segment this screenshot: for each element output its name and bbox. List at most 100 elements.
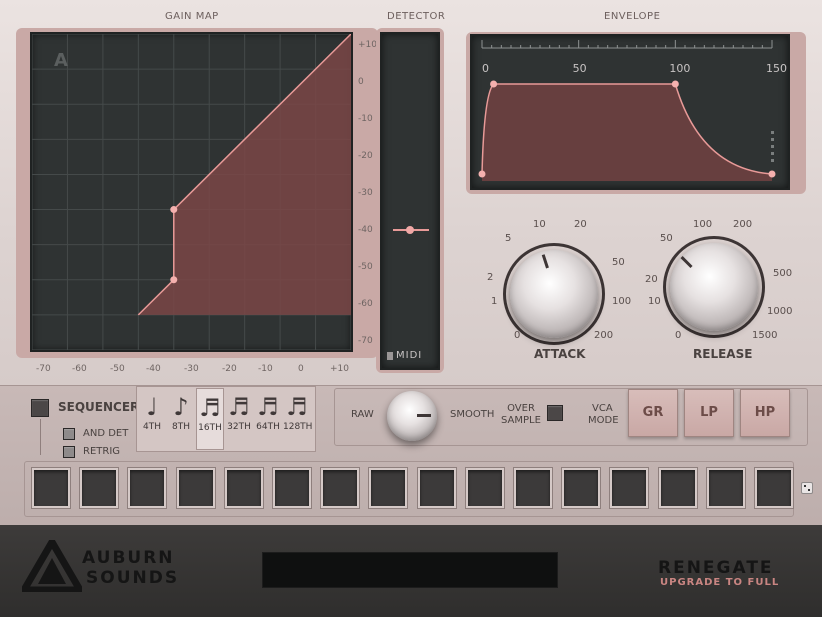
note-icon: ♬ (286, 393, 308, 421)
sequencer-step-button[interactable] (417, 468, 456, 508)
envelope-screen[interactable]: 0 50 100 150 (470, 34, 790, 190)
note-icon: ♬ (257, 393, 279, 421)
sequencer-step-button[interactable] (755, 468, 793, 508)
release-knob-pointer (680, 256, 693, 269)
envelope-graph[interactable]: 0 50 100 150 (472, 36, 788, 188)
sequencer-step-button[interactable] (465, 468, 504, 508)
release-scale-label: 1500 (752, 330, 778, 341)
note-division-4th[interactable]: ♩ 4TH (138, 388, 166, 450)
gain-map-section-label: GAIN MAP (165, 11, 219, 22)
envelope-side-indicator (771, 152, 774, 155)
gain-map-handle[interactable] (170, 276, 178, 284)
and-det-label: AND DET (83, 428, 129, 439)
note-division-128th[interactable]: ♬ 128TH (283, 388, 313, 450)
sequencer-step-button[interactable] (321, 468, 360, 508)
sequencer-step-button[interactable] (80, 468, 119, 508)
envelope-handle[interactable] (478, 170, 486, 178)
sequencer-step-button[interactable] (562, 468, 601, 508)
gain-map-screen[interactable]: A (30, 32, 353, 352)
attack-scale-label: 0 (514, 330, 521, 341)
envelope-handle[interactable] (671, 80, 679, 88)
dice-dot (804, 485, 806, 487)
vca-mode-gr-button[interactable]: GR (628, 389, 678, 437)
note-icon: ♩ (146, 393, 158, 421)
attack-scale-label: 100 (612, 296, 632, 307)
retrig-toggle[interactable] (63, 446, 75, 458)
product-name: RENEGATE (658, 558, 774, 578)
sequencer-step-button[interactable] (273, 468, 311, 508)
vca-mode-label-1: VCA (592, 403, 613, 414)
gain-map-y-tick: -10 (358, 114, 373, 124)
envelope-section-label: ENVELOPE (604, 11, 661, 22)
sequencer-step-button[interactable] (658, 468, 697, 508)
gain-map-corner-glyph: A (54, 50, 68, 71)
release-knob[interactable] (670, 243, 758, 331)
gain-map-y-tick: 0 (358, 77, 364, 87)
envelope-handle[interactable] (490, 80, 498, 88)
attack-scale-label: 10 (533, 219, 546, 230)
renegate-plugin-window: GAIN MAP DETECTOR ENVELOPE A +10 0 -10 -20 -… (0, 0, 822, 617)
sequencer-step-button[interactable] (32, 468, 70, 508)
sequencer-step-button[interactable] (224, 468, 263, 508)
release-scale-label: 20 (645, 274, 658, 285)
envelope-side-indicator (771, 138, 774, 141)
gain-map-y-tick: -30 (358, 188, 373, 198)
vca-mode-label-2: MODE (588, 415, 619, 426)
attack-scale-label: 1 (491, 296, 498, 307)
gain-map-y-tick: +10 (358, 40, 377, 50)
sequencer-step-button[interactable] (514, 468, 552, 508)
vca-mode-hp-button[interactable]: HP (740, 389, 790, 437)
lower-panel: SEQUENCER AND DET RETRIG ♩ 4TH ♪ 8TH ♬ 16TH ♬ 3… (0, 385, 822, 525)
note-icon: ♬ (199, 394, 221, 422)
release-scale-label: 200 (733, 219, 753, 230)
detector-meter: MIDI (380, 32, 440, 370)
brand-line-1: AUBURN (82, 548, 175, 568)
sequencer-step-button[interactable] (706, 468, 745, 508)
gain-map-handle[interactable] (170, 206, 178, 214)
attack-knob-pointer (541, 254, 549, 269)
midi-indicator[interactable] (387, 352, 393, 360)
envelope-side-indicator (771, 159, 774, 162)
sequencer-step-button[interactable] (369, 468, 408, 508)
smoothing-knob[interactable] (387, 391, 437, 441)
sequencer-toggle[interactable] (31, 399, 49, 417)
sequencer-step-button[interactable] (176, 468, 215, 508)
sequencer-step-button[interactable] (128, 468, 167, 508)
gain-map-x-tick: -50 (110, 364, 125, 374)
dice-dot (808, 489, 810, 491)
envelope-side-indicator (771, 131, 774, 134)
note-division-label: 128TH (283, 422, 313, 432)
upgrade-link[interactable]: UPGRADE TO FULL (660, 577, 779, 588)
oversample-toggle[interactable] (547, 405, 563, 421)
note-division-label: 8TH (172, 422, 190, 432)
gain-map-x-tick: -30 (184, 364, 199, 374)
gain-map-x-tick: 0 (298, 364, 304, 374)
footer-bar: AUBURN SOUNDS RENEGATE UPGRADE TO FULL (0, 525, 822, 617)
retrig-label: RETRIG (83, 446, 121, 457)
sequencer-step-button[interactable] (610, 468, 649, 508)
sequencer-tree-line (40, 419, 41, 455)
vca-mode-lp-button[interactable]: LP (684, 389, 734, 437)
attack-knob[interactable] (510, 250, 598, 338)
note-division-label: 4TH (143, 422, 161, 432)
gain-map-graph[interactable] (32, 34, 351, 350)
release-title: RELEASE (693, 347, 753, 361)
and-det-toggle[interactable] (63, 428, 75, 440)
oversample-label-2: SAMPLE (501, 415, 541, 426)
note-division-32th[interactable]: ♬ 32TH (225, 388, 253, 450)
note-division-8th[interactable]: ♪ 8TH (167, 388, 195, 450)
attack-scale-label: 5 (505, 233, 512, 244)
release-scale-label: 0 (675, 330, 682, 341)
release-scale-label: 100 (693, 219, 713, 230)
note-division-16th[interactable]: ♬ 16TH (196, 388, 224, 450)
oversample-label-1: OVER (507, 403, 535, 414)
note-division-64th[interactable]: ♬ 64TH (254, 388, 282, 450)
gain-map-y-tick: -70 (358, 336, 373, 346)
envelope-handle[interactable] (768, 170, 776, 178)
note-icon: ♬ (228, 393, 250, 421)
dice-icon[interactable] (801, 482, 813, 494)
attack-scale-label: 2 (487, 272, 494, 283)
display-window (262, 552, 558, 588)
attack-scale-label: 200 (594, 330, 614, 341)
raw-label: RAW (351, 409, 374, 420)
